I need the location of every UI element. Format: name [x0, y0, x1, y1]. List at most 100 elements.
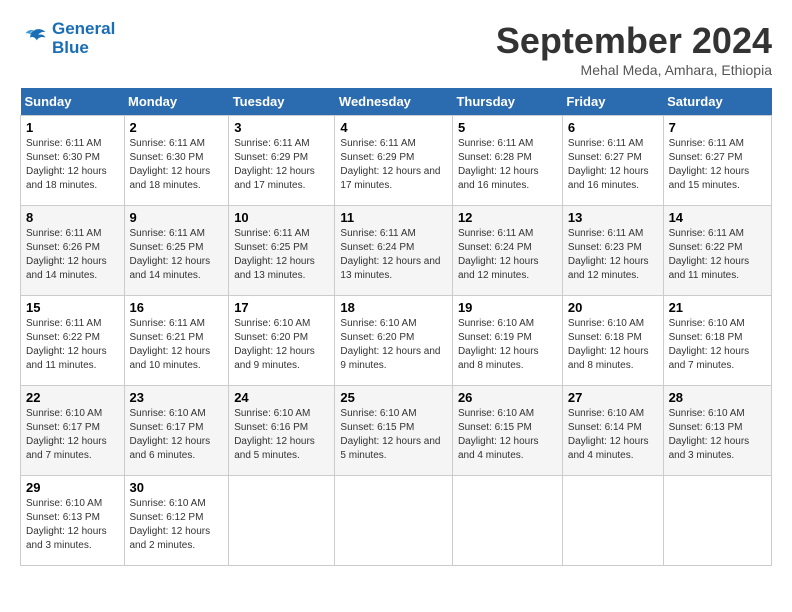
day-number: 29 — [26, 480, 119, 495]
day-info: Sunrise: 6:10 AM Sunset: 6:18 PM Dayligh… — [669, 317, 766, 373]
day-number: 25 — [340, 390, 447, 405]
day-number: 10 — [234, 210, 329, 225]
day-number: 17 — [234, 300, 329, 315]
day-number: 7 — [669, 120, 766, 135]
day-info: Sunrise: 6:11 AM Sunset: 6:30 PM Dayligh… — [130, 137, 224, 193]
day-number: 23 — [130, 390, 224, 405]
day-number: 13 — [568, 210, 658, 225]
day-number: 27 — [568, 390, 658, 405]
calendar-day-cell — [229, 476, 335, 566]
calendar-day-cell: 18 Sunrise: 6:10 AM Sunset: 6:20 PM Dayl… — [335, 296, 453, 386]
day-number: 8 — [26, 210, 119, 225]
calendar-day-cell: 2 Sunrise: 6:11 AM Sunset: 6:30 PM Dayli… — [124, 116, 229, 206]
calendar-table: SundayMondayTuesdayWednesdayThursdayFrid… — [20, 88, 772, 566]
day-number: 16 — [130, 300, 224, 315]
day-info: Sunrise: 6:11 AM Sunset: 6:30 PM Dayligh… — [26, 137, 119, 193]
day-number: 22 — [26, 390, 119, 405]
calendar-day-cell: 20 Sunrise: 6:10 AM Sunset: 6:18 PM Dayl… — [562, 296, 663, 386]
day-number: 5 — [458, 120, 557, 135]
calendar-day-cell: 30 Sunrise: 6:10 AM Sunset: 6:12 PM Dayl… — [124, 476, 229, 566]
calendar-day-cell: 10 Sunrise: 6:11 AM Sunset: 6:25 PM Dayl… — [229, 206, 335, 296]
day-number: 28 — [669, 390, 766, 405]
calendar-day-cell: 16 Sunrise: 6:11 AM Sunset: 6:21 PM Dayl… — [124, 296, 229, 386]
day-number: 18 — [340, 300, 447, 315]
calendar-day-cell: 4 Sunrise: 6:11 AM Sunset: 6:29 PM Dayli… — [335, 116, 453, 206]
day-number: 15 — [26, 300, 119, 315]
location-subtitle: Mehal Meda, Amhara, Ethiopia — [496, 62, 772, 78]
day-info: Sunrise: 6:10 AM Sunset: 6:14 PM Dayligh… — [568, 407, 658, 463]
calendar-day-cell: 11 Sunrise: 6:11 AM Sunset: 6:24 PM Dayl… — [335, 206, 453, 296]
day-number: 14 — [669, 210, 766, 225]
day-number: 21 — [669, 300, 766, 315]
day-info: Sunrise: 6:11 AM Sunset: 6:25 PM Dayligh… — [234, 227, 329, 283]
day-info: Sunrise: 6:11 AM Sunset: 6:29 PM Dayligh… — [234, 137, 329, 193]
calendar-day-cell: 29 Sunrise: 6:10 AM Sunset: 6:13 PM Dayl… — [21, 476, 125, 566]
calendar-day-cell: 24 Sunrise: 6:10 AM Sunset: 6:16 PM Dayl… — [229, 386, 335, 476]
day-info: Sunrise: 6:11 AM Sunset: 6:25 PM Dayligh… — [130, 227, 224, 283]
weekday-header-row: SundayMondayTuesdayWednesdayThursdayFrid… — [21, 88, 772, 116]
calendar-day-cell: 21 Sunrise: 6:10 AM Sunset: 6:18 PM Dayl… — [663, 296, 771, 386]
calendar-week-row: 29 Sunrise: 6:10 AM Sunset: 6:13 PM Dayl… — [21, 476, 772, 566]
day-info: Sunrise: 6:10 AM Sunset: 6:17 PM Dayligh… — [130, 407, 224, 463]
weekday-header-saturday: Saturday — [663, 88, 771, 116]
weekday-header-wednesday: Wednesday — [335, 88, 453, 116]
day-info: Sunrise: 6:11 AM Sunset: 6:22 PM Dayligh… — [669, 227, 766, 283]
day-number: 3 — [234, 120, 329, 135]
day-info: Sunrise: 6:11 AM Sunset: 6:29 PM Dayligh… — [340, 137, 447, 193]
day-info: Sunrise: 6:10 AM Sunset: 6:18 PM Dayligh… — [568, 317, 658, 373]
calendar-day-cell: 3 Sunrise: 6:11 AM Sunset: 6:29 PM Dayli… — [229, 116, 335, 206]
calendar-day-cell — [335, 476, 453, 566]
day-info: Sunrise: 6:11 AM Sunset: 6:27 PM Dayligh… — [669, 137, 766, 193]
day-number: 9 — [130, 210, 224, 225]
calendar-day-cell: 9 Sunrise: 6:11 AM Sunset: 6:25 PM Dayli… — [124, 206, 229, 296]
month-title: September 2024 — [496, 20, 772, 62]
calendar-day-cell: 1 Sunrise: 6:11 AM Sunset: 6:30 PM Dayli… — [21, 116, 125, 206]
calendar-day-cell: 5 Sunrise: 6:11 AM Sunset: 6:28 PM Dayli… — [452, 116, 562, 206]
calendar-day-cell: 27 Sunrise: 6:10 AM Sunset: 6:14 PM Dayl… — [562, 386, 663, 476]
day-number: 20 — [568, 300, 658, 315]
day-info: Sunrise: 6:11 AM Sunset: 6:24 PM Dayligh… — [458, 227, 557, 283]
calendar-day-cell: 25 Sunrise: 6:10 AM Sunset: 6:15 PM Dayl… — [335, 386, 453, 476]
day-info: Sunrise: 6:10 AM Sunset: 6:13 PM Dayligh… — [669, 407, 766, 463]
title-area: September 2024 Mehal Meda, Amhara, Ethio… — [496, 20, 772, 78]
day-number: 19 — [458, 300, 557, 315]
day-info: Sunrise: 6:10 AM Sunset: 6:13 PM Dayligh… — [26, 497, 119, 553]
calendar-week-row: 15 Sunrise: 6:11 AM Sunset: 6:22 PM Dayl… — [21, 296, 772, 386]
day-number: 6 — [568, 120, 658, 135]
logo-bird-icon — [20, 25, 48, 53]
calendar-day-cell: 28 Sunrise: 6:10 AM Sunset: 6:13 PM Dayl… — [663, 386, 771, 476]
day-info: Sunrise: 6:10 AM Sunset: 6:15 PM Dayligh… — [458, 407, 557, 463]
day-info: Sunrise: 6:10 AM Sunset: 6:15 PM Dayligh… — [340, 407, 447, 463]
weekday-header-monday: Monday — [124, 88, 229, 116]
logo: General Blue — [20, 20, 115, 57]
day-number: 12 — [458, 210, 557, 225]
day-info: Sunrise: 6:10 AM Sunset: 6:17 PM Dayligh… — [26, 407, 119, 463]
day-info: Sunrise: 6:10 AM Sunset: 6:16 PM Dayligh… — [234, 407, 329, 463]
day-info: Sunrise: 6:11 AM Sunset: 6:27 PM Dayligh… — [568, 137, 658, 193]
day-info: Sunrise: 6:11 AM Sunset: 6:21 PM Dayligh… — [130, 317, 224, 373]
calendar-day-cell — [452, 476, 562, 566]
day-number: 30 — [130, 480, 224, 495]
calendar-week-row: 8 Sunrise: 6:11 AM Sunset: 6:26 PM Dayli… — [21, 206, 772, 296]
day-number: 2 — [130, 120, 224, 135]
weekday-header-friday: Friday — [562, 88, 663, 116]
weekday-header-sunday: Sunday — [21, 88, 125, 116]
calendar-day-cell: 23 Sunrise: 6:10 AM Sunset: 6:17 PM Dayl… — [124, 386, 229, 476]
calendar-day-cell: 26 Sunrise: 6:10 AM Sunset: 6:15 PM Dayl… — [452, 386, 562, 476]
day-number: 4 — [340, 120, 447, 135]
calendar-day-cell: 14 Sunrise: 6:11 AM Sunset: 6:22 PM Dayl… — [663, 206, 771, 296]
calendar-day-cell — [562, 476, 663, 566]
day-info: Sunrise: 6:10 AM Sunset: 6:12 PM Dayligh… — [130, 497, 224, 553]
calendar-day-cell: 19 Sunrise: 6:10 AM Sunset: 6:19 PM Dayl… — [452, 296, 562, 386]
calendar-day-cell: 13 Sunrise: 6:11 AM Sunset: 6:23 PM Dayl… — [562, 206, 663, 296]
day-info: Sunrise: 6:11 AM Sunset: 6:26 PM Dayligh… — [26, 227, 119, 283]
calendar-week-row: 1 Sunrise: 6:11 AM Sunset: 6:30 PM Dayli… — [21, 116, 772, 206]
day-info: Sunrise: 6:11 AM Sunset: 6:28 PM Dayligh… — [458, 137, 557, 193]
day-number: 26 — [458, 390, 557, 405]
calendar-day-cell: 7 Sunrise: 6:11 AM Sunset: 6:27 PM Dayli… — [663, 116, 771, 206]
header: General Blue September 2024 Mehal Meda, … — [20, 20, 772, 78]
calendar-day-cell — [663, 476, 771, 566]
day-info: Sunrise: 6:10 AM Sunset: 6:20 PM Dayligh… — [340, 317, 447, 373]
calendar-day-cell: 17 Sunrise: 6:10 AM Sunset: 6:20 PM Dayl… — [229, 296, 335, 386]
logo-text: General Blue — [52, 20, 115, 57]
